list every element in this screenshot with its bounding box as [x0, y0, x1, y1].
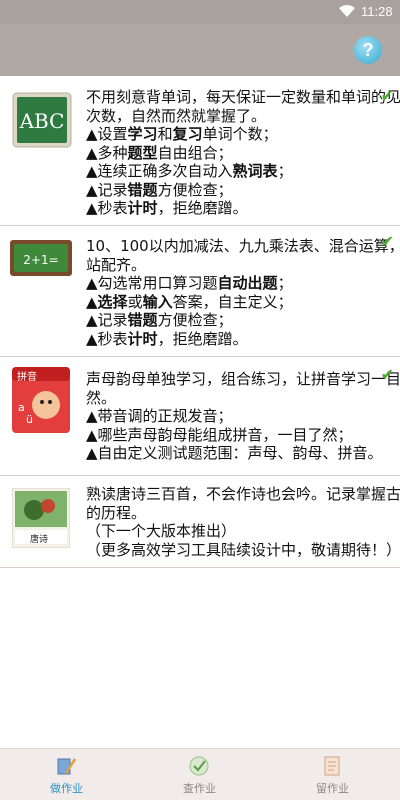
tab-assign-homework[interactable]: 留作业 [266, 749, 399, 800]
feature-bullet: ▲秒表计时，拒绝磨蹭。 [86, 329, 248, 348]
item-description-line: 熟读唐诗三百首，不会作诗也会吟。记录掌握古诗 [86, 485, 400, 503]
pinyin-icon-label: 拼音 [17, 372, 37, 383]
feature-bullet: ▲选择或输入答案，自主定义； [86, 292, 293, 311]
checkmark-icon: ✔ [380, 365, 394, 384]
svg-text:ABC: ABC [19, 109, 65, 133]
svg-text:ü: ü [26, 413, 33, 426]
check-homework-icon [189, 756, 209, 776]
feature-bullet: ▲多种题型自由组合； [86, 143, 233, 162]
item-note: （更多高效学习工具陆续设计中，敬请期待！） [86, 540, 400, 559]
status-bar: 11:28 [0, 0, 400, 24]
item-note: （下一个大版本推出） [86, 522, 237, 540]
feature-bullet: ▲记录错题方便检查； [86, 180, 233, 199]
item-description-line: 声母韵母单独学习，组合练习，让拼音学习一目了 [86, 370, 400, 388]
list-item-vocabulary[interactable]: ABC 不用刻意背单词，每天保证一定数量和单词的见面 次数，自然而然就掌握了。 … [0, 76, 400, 226]
item-description-line: 站配齐。 [86, 255, 147, 274]
feature-bullet: ▲记录错题方便检查； [86, 311, 233, 329]
tab-label: 留作业 [316, 782, 349, 795]
clock: 11:28 [361, 4, 393, 19]
feature-bullet: ▲哪些声母韵母能组成拼音，一目了然； [86, 425, 353, 444]
feature-bullet: ▲勾选常用口算习题自动出题； [86, 274, 293, 292]
tab-label: 查作业 [183, 782, 216, 795]
feature-bullet: ▲秒表计时，拒绝磨蹭。 [86, 199, 248, 217]
list-item-pinyin[interactable]: ü a 拼音 声母韵母单独学习，组合练习，让拼音学习一目了 然。 ▲带音调的正规… [0, 357, 400, 476]
do-homework-icon [57, 758, 76, 775]
svg-text:a: a [18, 401, 25, 414]
app-header: ? [0, 24, 400, 76]
poetry-icon-label: 唐诗 [30, 535, 49, 545]
svg-text:2+1=: 2+1= [23, 253, 58, 267]
feature-bullet: ▲带音调的正规发音； [86, 407, 233, 425]
math-blackboard-icon: 2+1= [10, 240, 72, 276]
list-item-arithmetic[interactable]: 2+1= 10、100以内加减法、九九乘法表、混合运算，一 站配齐。 ▲勾选常用… [0, 226, 400, 357]
item-description-line: 10、100以内加减法、九九乘法表、混合运算，一 [86, 237, 400, 255]
feature-bullet: ▲设置学习和复习单词个数； [86, 125, 278, 143]
help-button[interactable]: ? [354, 36, 382, 64]
list-item-tang-poetry[interactable]: 唐诗 熟读唐诗三百首，不会作诗也会吟。记录掌握古诗 的历程。 （下一个大版本推出… [0, 476, 400, 568]
feature-list: ABC 不用刻意背单词，每天保证一定数量和单词的见面 次数，自然而然就掌握了。 … [0, 76, 400, 568]
assign-homework-icon [324, 756, 340, 776]
abc-chalkboard-icon: ABC [12, 92, 72, 148]
tab-label: 做作业 [50, 782, 83, 795]
feature-bullet: ▲连续正确多次自动入熟词表； [86, 162, 293, 180]
item-description-line: 不用刻意背单词，每天保证一定数量和单词的见面 [86, 88, 400, 106]
checkmark-icon: ✔ [380, 232, 394, 251]
item-description-line: 次数，自然而然就掌握了。 [86, 106, 267, 125]
feature-bullet: ▲自由定义测试题范围：声母、韵母、拼音。 [86, 444, 383, 462]
checkmark-icon: ✔ [380, 86, 394, 105]
item-description-line: 的历程。 [86, 503, 147, 522]
bottom-tab-bar: 做作业 查作业 留作业 [0, 748, 400, 800]
tab-check-homework[interactable]: 查作业 [133, 749, 266, 800]
tab-do-homework[interactable]: 做作业 [0, 749, 133, 800]
item-description-line: 然。 [86, 388, 117, 407]
wifi-icon [339, 5, 355, 17]
